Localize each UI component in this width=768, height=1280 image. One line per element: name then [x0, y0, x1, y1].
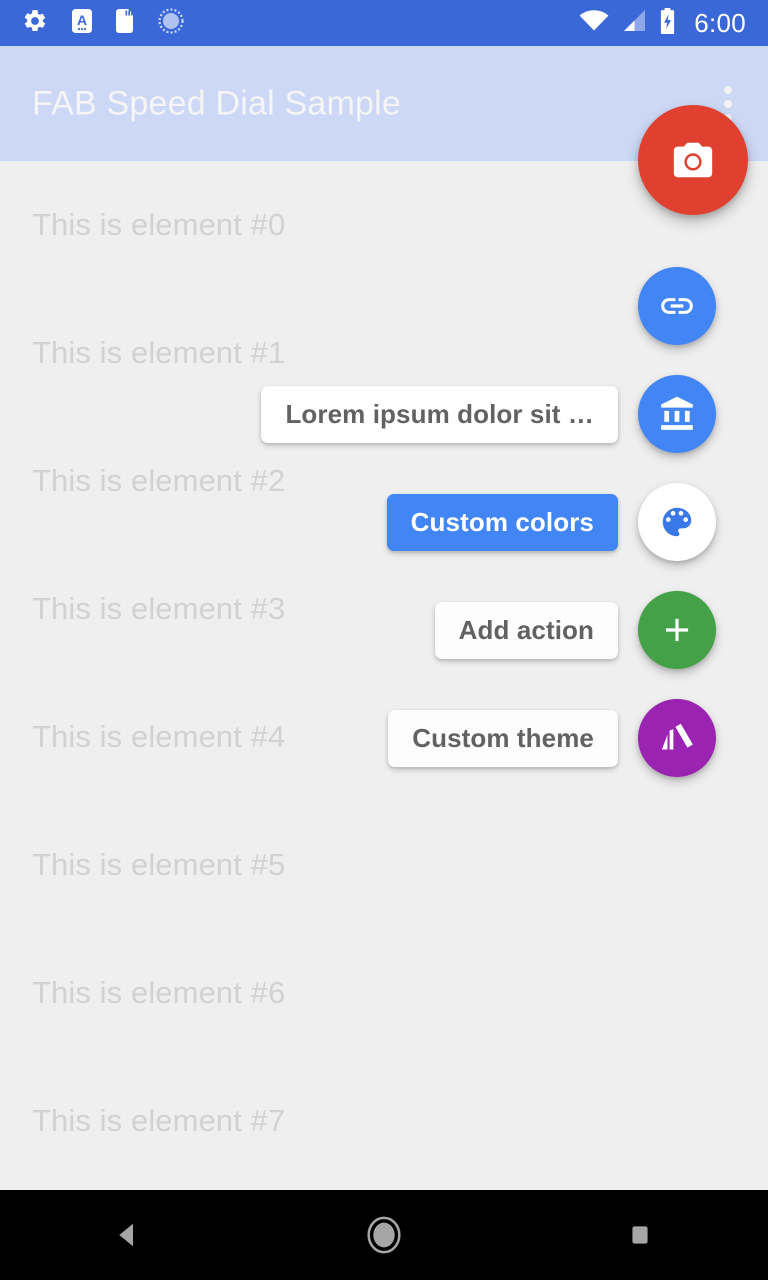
font-size-a-icon: A [70, 8, 94, 39]
style-cards-icon [661, 723, 693, 750]
status-bar-clock: 6:00 [694, 7, 746, 38]
android-screen: A 6:00 This is element #0 This is elemen… [0, 0, 768, 1280]
speed-dial-action-custom-colors[interactable]: Custom colors [0, 483, 768, 561]
sync-progress-icon [158, 7, 184, 39]
speed-dial-mini-fab[interactable] [638, 375, 716, 453]
bank-icon [661, 396, 693, 430]
speed-dial-action-add[interactable]: Add action [0, 591, 768, 669]
speed-dial-mini-fab[interactable] [638, 267, 716, 345]
nav-back-button[interactable] [68, 1190, 188, 1280]
status-bar-left-icons: A [22, 7, 184, 39]
back-triangle-icon [119, 1223, 133, 1247]
speed-dial-action-label[interactable]: Custom theme [388, 709, 618, 767]
navigation-bar [0, 1190, 768, 1280]
list-item[interactable]: This is element #6 [32, 975, 285, 1011]
status-bar: A 6:00 [0, 0, 768, 46]
speed-dial-action-label[interactable]: Lorem ipsum dolor sit … [261, 385, 618, 443]
speed-dial-mini-fab[interactable] [638, 483, 716, 561]
cellular-signal-icon [621, 9, 647, 38]
main-fab[interactable] [638, 105, 748, 215]
speed-dial-action-link[interactable] [0, 267, 768, 345]
speed-dial-action-label[interactable]: Add action [434, 601, 618, 659]
speed-dial-mini-fab[interactable] [638, 591, 716, 669]
svg-text:A: A [77, 12, 87, 28]
overflow-dot-icon [724, 99, 732, 108]
speed-dial-action-label[interactable]: Custom colors [386, 493, 618, 551]
speed-dial-mini-fab[interactable] [638, 699, 716, 777]
list-item[interactable]: This is element #0 [32, 207, 285, 243]
wifi-icon [579, 9, 609, 38]
link-icon [661, 298, 693, 314]
plus-icon [665, 618, 689, 642]
overflow-dot-icon [724, 85, 732, 94]
speed-dial-action-account-balance[interactable]: Lorem ipsum dolor sit … [0, 375, 768, 453]
recents-square-icon [632, 1226, 648, 1244]
settings-gear-icon [22, 8, 48, 39]
home-circle-icon [367, 1216, 401, 1254]
battery-charging-icon [659, 7, 676, 39]
page-title: FAB Speed Dial Sample [32, 84, 401, 122]
list-item[interactable]: This is element #5 [32, 847, 285, 883]
camera-icon [673, 142, 713, 178]
nav-recents-button[interactable] [580, 1190, 700, 1280]
speed-dial-action-custom-theme[interactable]: Custom theme [0, 699, 768, 777]
palette-icon [662, 507, 692, 537]
sd-card-icon [116, 8, 136, 39]
nav-home-button[interactable] [324, 1190, 444, 1280]
status-bar-right-icons: 6:00 [579, 7, 746, 39]
list-item[interactable]: This is element #7 [32, 1103, 285, 1139]
